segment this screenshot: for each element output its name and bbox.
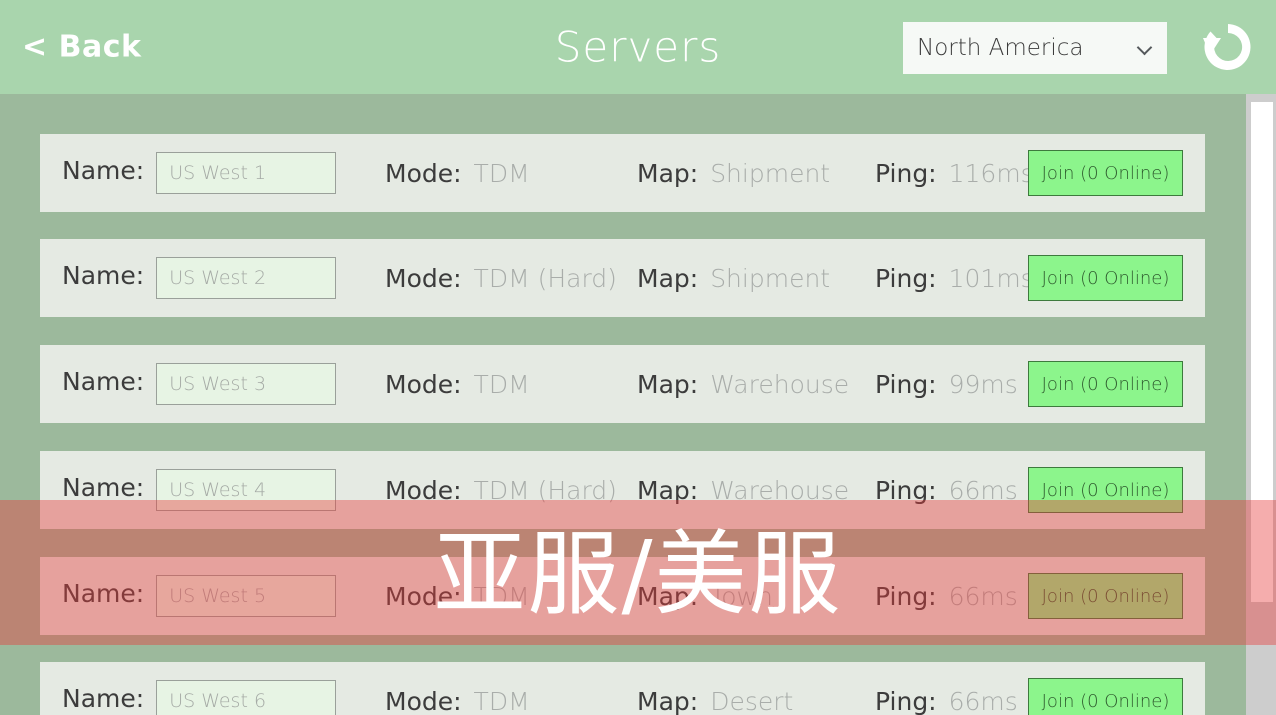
table-row: Name: US West 6 Mode: TDM Map: Desert Ping: 66m… — [40, 662, 1205, 715]
mode-value: TDM — [473, 581, 530, 611]
join-button[interactable]: Join (0 Online) — [1028, 361, 1183, 407]
mode-label: Mode: — [385, 686, 462, 715]
server-name-input[interactable]: US West 2 — [156, 257, 337, 299]
table-row: Name: US West 4 Mode: TDM (Hard) Map: Warehou… — [40, 451, 1205, 529]
map-value: Warehouse — [710, 475, 850, 505]
header-bar: < Back Servers North America — [0, 0, 1276, 94]
ping-label: Ping: — [875, 686, 937, 715]
ping-label: Ping: — [875, 263, 937, 293]
map-field-group: Map: Warehouse — [637, 476, 849, 505]
ping-label: Ping: — [875, 475, 937, 505]
ping-field-group: Ping: 66ms — [875, 476, 1018, 505]
join-button[interactable]: Join (0 Online) — [1028, 678, 1183, 715]
map-label: Map: — [637, 158, 699, 188]
map-label: Map: — [637, 369, 699, 399]
map-value: Shipment — [710, 263, 831, 293]
join-button[interactable]: Join (0 Online) — [1028, 573, 1183, 619]
mode-label: Mode: — [385, 581, 462, 611]
server-name-input[interactable]: US West 4 — [156, 469, 337, 511]
refresh-icon — [1203, 24, 1251, 70]
ping-value: 99ms — [948, 369, 1018, 399]
servers-screen: < Back Servers North America Name: US Wes… — [0, 0, 1276, 715]
mode-field-group: Mode: TDM (Hard) — [385, 476, 617, 505]
region-dropdown-value: North America — [917, 35, 1084, 61]
ping-field-group: Ping: 101ms — [875, 264, 1034, 293]
back-button[interactable]: < Back — [22, 30, 141, 65]
table-row: Name: US West 5 Mode: TDM Map: Town Ping: 66ms J… — [40, 557, 1205, 635]
name-field-group: Name: US West 4 — [62, 469, 337, 511]
map-label: Map: — [637, 263, 699, 293]
name-label: Name: — [62, 261, 145, 290]
name-field-group: Name: US West 1 — [62, 152, 337, 194]
mode-value: TDM — [473, 369, 530, 399]
server-name-input[interactable]: US West 3 — [156, 363, 337, 405]
server-list[interactable]: Name: US West 1 Mode: TDM Map: Shipment Ping: 1… — [0, 94, 1244, 715]
refresh-button[interactable] — [1197, 16, 1259, 78]
ping-field-group: Ping: 66ms — [875, 582, 1018, 611]
scrollbar-thumb[interactable] — [1251, 102, 1273, 602]
ping-field-group: Ping: 66ms — [875, 687, 1018, 715]
map-field-group: Map: Desert — [637, 687, 793, 715]
map-value: Warehouse — [710, 369, 850, 399]
name-label: Name: — [62, 579, 145, 608]
mode-label: Mode: — [385, 158, 462, 188]
table-row: Name: US West 2 Mode: TDM (Hard) Map: Shipmen… — [40, 239, 1205, 317]
name-field-group: Name: US West 3 — [62, 363, 337, 405]
table-row: Name: US West 1 Mode: TDM Map: Shipment Ping: 1… — [40, 134, 1205, 212]
join-button[interactable]: Join (0 Online) — [1028, 255, 1183, 301]
map-label: Map: — [637, 475, 699, 505]
map-field-group: Map: Town — [637, 582, 773, 611]
map-value: Desert — [710, 686, 794, 715]
ping-field-group: Ping: 116ms — [875, 159, 1034, 188]
mode-field-group: Mode: TDM — [385, 370, 530, 399]
join-button[interactable]: Join (0 Online) — [1028, 467, 1183, 513]
mode-field-group: Mode: TDM — [385, 159, 530, 188]
map-field-group: Map: Warehouse — [637, 370, 849, 399]
ping-value: 66ms — [948, 581, 1018, 611]
chevron-down-icon — [1137, 40, 1153, 56]
ping-value: 101ms — [948, 263, 1034, 293]
server-name-input[interactable]: US West 1 — [156, 152, 337, 194]
server-name-input[interactable]: US West 6 — [156, 680, 337, 715]
mode-label: Mode: — [385, 369, 462, 399]
ping-label: Ping: — [875, 581, 937, 611]
mode-field-group: Mode: TDM — [385, 582, 530, 611]
map-field-group: Map: Shipment — [637, 159, 830, 188]
mode-field-group: Mode: TDM (Hard) — [385, 264, 617, 293]
mode-value: TDM (Hard) — [473, 475, 617, 505]
map-label: Map: — [637, 581, 699, 611]
name-field-group: Name: US West 2 — [62, 257, 337, 299]
name-field-group: Name: US West 5 — [62, 575, 337, 617]
ping-label: Ping: — [875, 369, 937, 399]
name-label: Name: — [62, 156, 145, 185]
mode-value: TDM (Hard) — [473, 263, 617, 293]
region-dropdown[interactable]: North America — [903, 22, 1167, 74]
mode-label: Mode: — [385, 263, 462, 293]
mode-field-group: Mode: TDM — [385, 687, 530, 715]
map-field-group: Map: Shipment — [637, 264, 830, 293]
server-name-input[interactable]: US West 5 — [156, 575, 337, 617]
ping-value: 66ms — [948, 475, 1018, 505]
map-label: Map: — [637, 686, 699, 715]
ping-value: 116ms — [948, 158, 1034, 188]
ping-field-group: Ping: 99ms — [875, 370, 1018, 399]
map-value: Shipment — [710, 158, 831, 188]
map-value: Town — [710, 581, 773, 611]
name-label: Name: — [62, 684, 145, 713]
join-button[interactable]: Join (0 Online) — [1028, 150, 1183, 196]
table-row: Name: US West 3 Mode: TDM Map: Warehouse Ping:… — [40, 345, 1205, 423]
name-label: Name: — [62, 367, 145, 396]
ping-value: 66ms — [948, 686, 1018, 715]
mode-value: TDM — [473, 686, 530, 715]
name-field-group: Name: US West 6 — [62, 680, 337, 715]
name-label: Name: — [62, 473, 145, 502]
mode-label: Mode: — [385, 475, 462, 505]
mode-value: TDM — [473, 158, 530, 188]
scrollbar-track[interactable] — [1246, 94, 1276, 715]
ping-label: Ping: — [875, 158, 937, 188]
